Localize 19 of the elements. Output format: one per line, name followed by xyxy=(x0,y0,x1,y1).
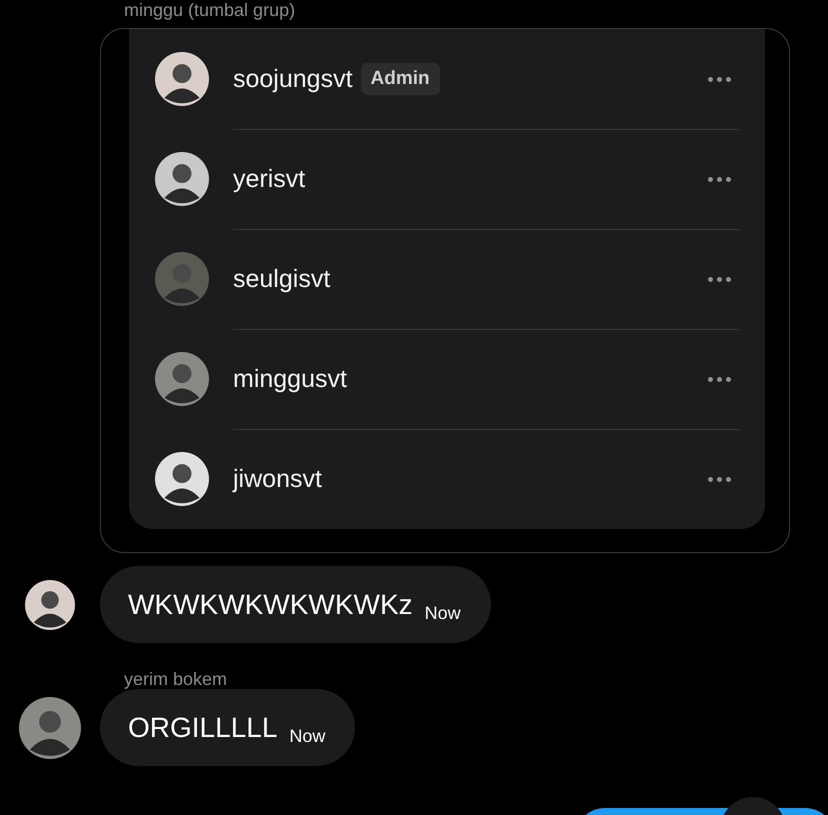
member-name[interactable]: minggusvt xyxy=(233,364,347,394)
avatar xyxy=(19,696,81,758)
avatar xyxy=(155,52,209,106)
avatar xyxy=(155,252,209,306)
sender-name: yerim bokem xyxy=(124,669,228,689)
message-text: WKWKWKWKWKWKz xyxy=(128,588,413,620)
sender-name: minggu (tumbal grup) xyxy=(124,0,296,20)
member-name[interactable]: yerisvt xyxy=(233,164,306,194)
member-name[interactable]: seulgisvt xyxy=(233,264,330,294)
avatar xyxy=(25,580,75,630)
message-time: Now xyxy=(424,603,461,624)
avatar xyxy=(155,452,209,506)
message-time: Now xyxy=(289,726,326,747)
member-name[interactable]: soojungsvt xyxy=(233,64,353,94)
avatar xyxy=(155,352,209,406)
member-name[interactable]: jiwonsvt xyxy=(233,464,322,494)
admin-badge: Admin xyxy=(360,63,440,95)
avatar xyxy=(155,152,209,206)
message-text: ORGILLLLL xyxy=(128,712,278,744)
